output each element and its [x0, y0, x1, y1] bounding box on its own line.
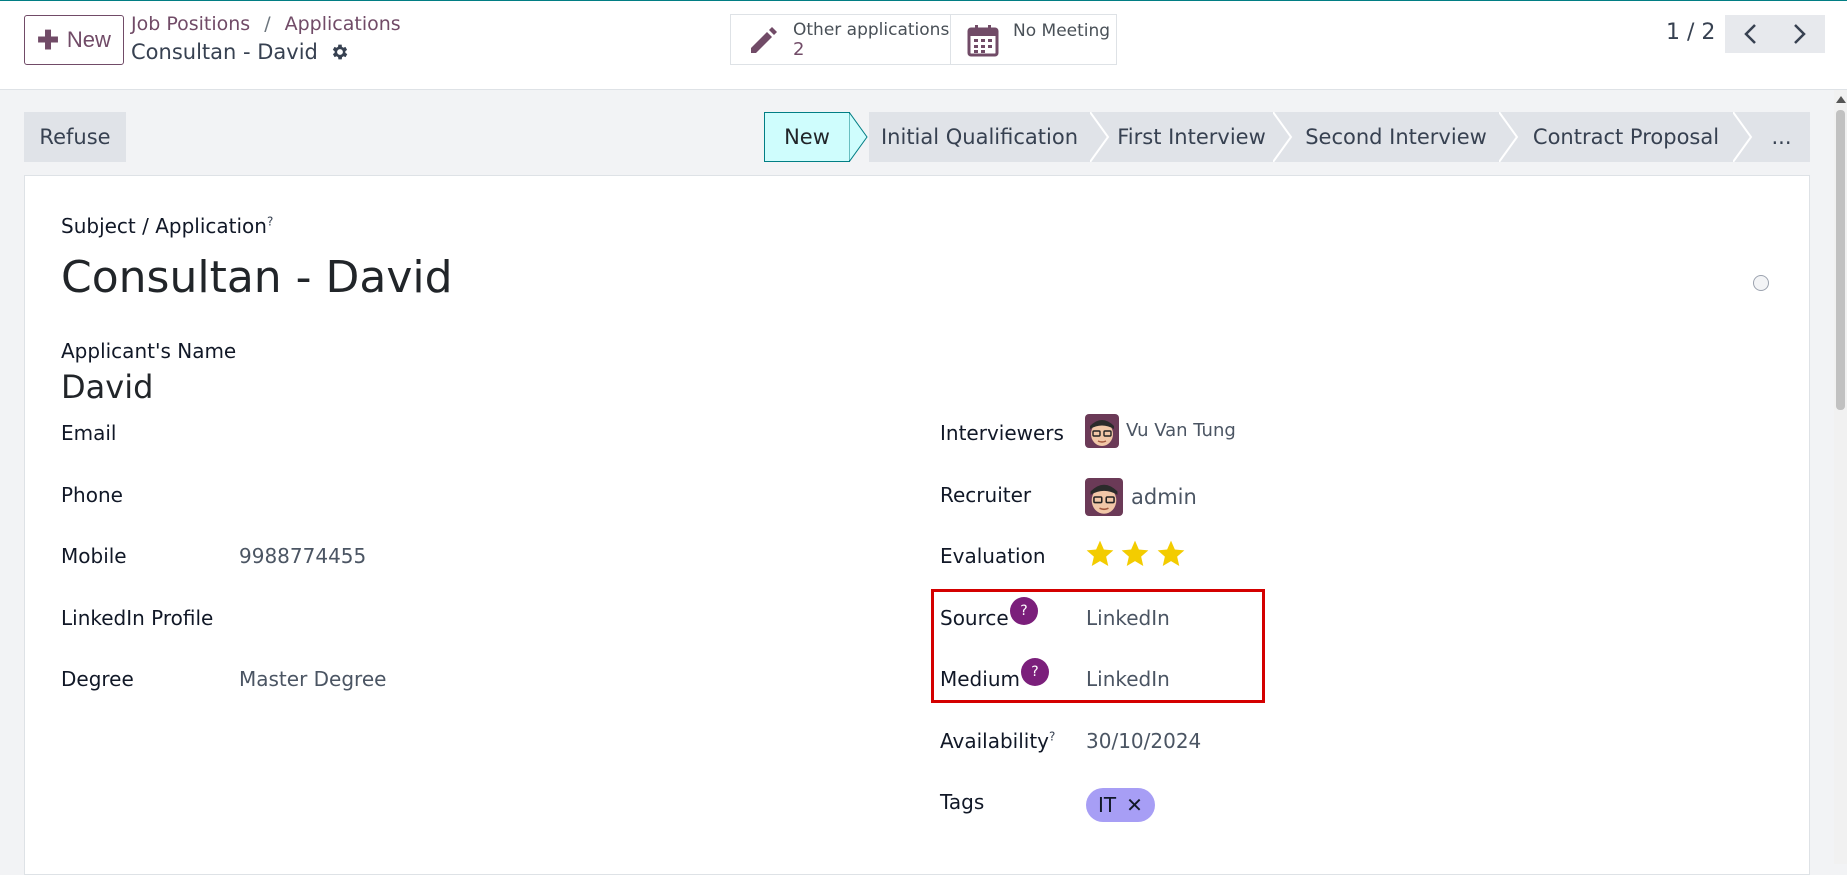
- refuse-button[interactable]: Refuse: [24, 112, 126, 162]
- stage-second-interview[interactable]: Second Interview: [1293, 112, 1499, 162]
- breadcrumb-separator: /: [264, 13, 271, 35]
- stage-chevron: [1733, 112, 1753, 162]
- source-medium-highlight: [931, 589, 1265, 703]
- new-button[interactable]: ✚ New: [24, 15, 124, 65]
- pager-next-button[interactable]: [1775, 15, 1825, 53]
- evaluation-label: Evaluation: [940, 544, 1046, 568]
- tag-label: IT: [1098, 793, 1117, 817]
- calendar-icon: [967, 24, 999, 56]
- phone-label: Phone: [61, 483, 123, 507]
- breadcrumb-job-positions[interactable]: Job Positions: [131, 13, 250, 35]
- status-indicator[interactable]: [1753, 275, 1769, 291]
- scroll-up-arrow-icon[interactable]: [1836, 96, 1846, 103]
- plus-icon: ✚: [37, 25, 59, 55]
- mobile-field[interactable]: 9988774455: [239, 544, 366, 568]
- stage-chevron: [1499, 112, 1519, 162]
- other-applications-count: 2: [793, 38, 805, 60]
- pager-previous-button[interactable]: [1725, 15, 1775, 53]
- chevron-right-icon: [1794, 24, 1806, 44]
- mobile-label: Mobile: [61, 544, 127, 568]
- stage-chevron: [1090, 112, 1110, 162]
- meeting-label: No Meeting: [1013, 20, 1111, 41]
- other-applications-button[interactable]: Other applications 2: [730, 14, 951, 65]
- scrollbar-thumb[interactable]: [1836, 110, 1845, 410]
- degree-label: Degree: [61, 667, 134, 691]
- avatar: [1085, 478, 1123, 516]
- degree-field[interactable]: Master Degree: [239, 667, 386, 691]
- email-field[interactable]: [239, 421, 839, 447]
- breadcrumb: Job Positions / Applications: [131, 13, 401, 35]
- meeting-button[interactable]: No Meeting: [950, 14, 1117, 65]
- recruiter-name[interactable]: admin: [1131, 485, 1197, 509]
- gear-icon[interactable]: [330, 42, 350, 62]
- other-applications-text: Other applications 2: [793, 20, 949, 60]
- interviewer-name[interactable]: Vu Van Tung: [1126, 420, 1236, 441]
- availability-label: Availability?: [940, 729, 1055, 753]
- new-button-label: New: [66, 27, 111, 52]
- recruiter-label: Recruiter: [940, 483, 1032, 507]
- stage-contract-proposal[interactable]: Contract Proposal: [1519, 112, 1733, 162]
- applicant-name-label: Applicant's Name: [61, 339, 237, 363]
- control-panel: ✚ New Job Positions / Applications Consult…: [0, 1, 1847, 90]
- availability-label-text: Availability: [940, 729, 1050, 753]
- subject-value[interactable]: Consultan - David: [61, 252, 453, 303]
- phone-field[interactable]: [239, 483, 839, 509]
- linkedin-field[interactable]: [239, 606, 839, 632]
- availability-field[interactable]: 30/10/2024: [1086, 729, 1201, 753]
- stage-chevron: [849, 112, 868, 162]
- stage-initial-qualification[interactable]: Initial Qualification: [869, 112, 1090, 162]
- star-icon[interactable]: [1084, 538, 1116, 570]
- tag-it: IT ✕: [1086, 788, 1155, 822]
- subject-label: Subject / Application?: [61, 214, 273, 238]
- tag-remove-icon[interactable]: ✕: [1126, 793, 1143, 817]
- record-title-text: Consultan - David: [131, 40, 318, 64]
- record-title: Consultan - David: [131, 40, 350, 64]
- tags-label: Tags: [940, 790, 985, 814]
- avatar: [1085, 414, 1119, 448]
- interviewers-label: Interviewers: [940, 421, 1064, 445]
- other-applications-label: Other applications: [793, 19, 950, 40]
- star-icon[interactable]: [1119, 538, 1151, 570]
- chevron-left-icon: [1744, 24, 1756, 44]
- subject-label-text: Subject / Application: [61, 214, 267, 238]
- stage-first-interview[interactable]: First Interview: [1110, 112, 1273, 162]
- stage-new[interactable]: New: [764, 112, 850, 162]
- availability-help-icon[interactable]: ?: [1049, 729, 1055, 743]
- stage-chevron: [1273, 112, 1293, 162]
- pencil-icon: [751, 26, 777, 53]
- stage-more[interactable]: ...: [1753, 112, 1810, 162]
- email-label: Email: [61, 421, 117, 445]
- star-icon[interactable]: [1155, 538, 1187, 570]
- pager-value[interactable]: 1 / 2: [1666, 20, 1715, 45]
- subject-help-icon[interactable]: ?: [267, 214, 273, 228]
- applicant-name-value[interactable]: David: [61, 368, 153, 406]
- breadcrumb-applications[interactable]: Applications: [285, 13, 401, 35]
- linkedin-label: LinkedIn Profile: [61, 606, 214, 630]
